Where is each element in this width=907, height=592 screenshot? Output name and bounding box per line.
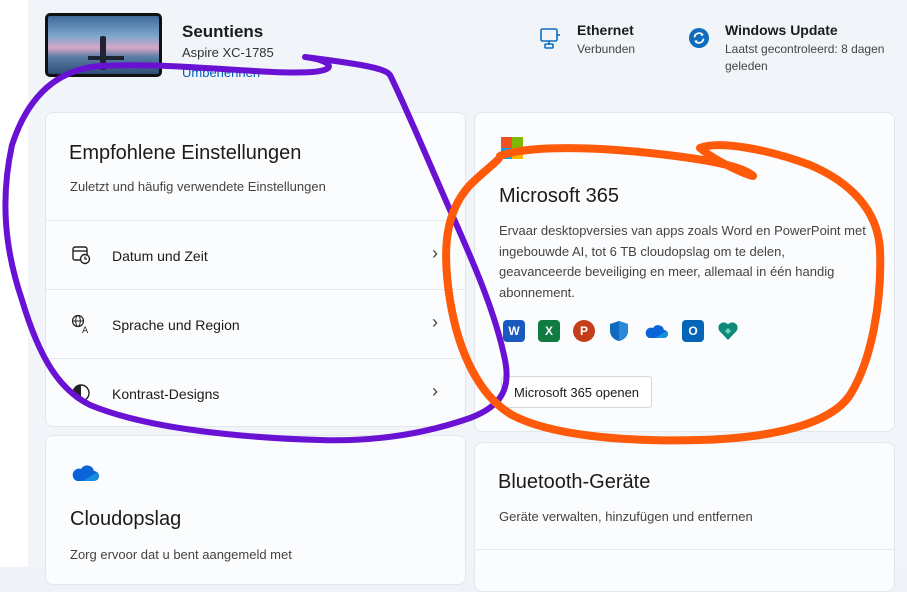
recommended-settings-card: Empfohlene Einstellungen Zuletzt und häu… [45, 112, 466, 427]
windows-update-status-line2: geleden [725, 59, 768, 73]
chevron-right-icon: › [432, 312, 438, 332]
microsoft-365-description: Ervaar desktopversies van apps zoals Wor… [499, 223, 866, 300]
nav-pane-edge [0, 0, 28, 567]
wallpaper-pier [100, 36, 106, 70]
svg-text:A: A [82, 326, 89, 334]
recommended-title: Empfohlene Einstellungen [69, 142, 302, 164]
cloud-storage-card: Cloudopslag Zorg ervoor dat u bent aange… [45, 435, 466, 585]
language-icon: A [71, 314, 89, 334]
device-name: Seuntiens [182, 22, 264, 41]
logo-square-blue [501, 148, 512, 159]
recommended-item-label: Kontrast-Designs [112, 386, 220, 402]
divider [475, 549, 894, 550]
recommended-item-label: Datum und Zeit [112, 248, 208, 264]
cloud-icon [72, 465, 99, 481]
onedrive-icon [645, 325, 668, 338]
bluetooth-title: Bluetooth-Geräte [498, 471, 651, 493]
recommended-item-contrast-themes[interactable]: Kontrast-Designs › [46, 359, 465, 426]
device-wallpaper-thumbnail [45, 13, 162, 77]
windows-update-status-line1: Laatst gecontroleerd: 8 dagen [725, 42, 885, 56]
bluetooth-devices-card: Bluetooth-Geräte Geräte verwalten, hinzu… [474, 442, 895, 592]
cloud-storage-title: Cloudopslag [70, 508, 182, 530]
app-icons-row: W X P O [503, 320, 739, 342]
rename-link[interactable]: Umbenennen [182, 65, 260, 80]
recommended-subtitle: Zuletzt und häufig verwendete Einstellun… [70, 179, 326, 194]
microsoft-365-card: Microsoft 365 Ervaar desktopversies van … [474, 112, 895, 432]
logo-square-yellow [512, 148, 523, 159]
chevron-right-icon: › [432, 243, 438, 263]
bluetooth-subtitle: Geräte verwalten, hinzufügen und entfern… [499, 509, 753, 524]
recommended-item-label: Sprache und Region [112, 317, 240, 333]
windows-update-title: Windows Update [725, 22, 838, 38]
open-microsoft-365-button[interactable]: Microsoft 365 openen [501, 376, 653, 408]
ethernet-status-text: Verbunden [577, 42, 636, 56]
family-safety-icon [718, 322, 738, 340]
chevron-right-icon: › [432, 381, 438, 401]
calendar-clock-icon [72, 246, 91, 265]
outlook-icon: O [682, 320, 704, 342]
defender-icon [610, 321, 628, 341]
powerpoint-icon: P [573, 320, 595, 342]
ethernet-icon [540, 28, 560, 49]
logo-square-red [501, 137, 512, 148]
device-model: Aspire XC-1785 [182, 45, 274, 60]
cloud-storage-subtitle: Zorg ervoor dat u bent aangemeld met [70, 547, 292, 562]
recommended-item-date-time[interactable]: Datum und Zeit › [46, 221, 465, 289]
logo-square-green [512, 137, 523, 148]
contrast-icon [72, 384, 90, 402]
wallpaper-pier-base [88, 56, 124, 60]
excel-icon: X [538, 320, 560, 342]
ethernet-title: Ethernet [577, 22, 634, 38]
sync-icon [689, 28, 709, 48]
microsoft-365-title: Microsoft 365 [499, 185, 620, 207]
word-icon: W [503, 320, 525, 342]
microsoft-365-logo-icon [501, 137, 523, 159]
recommended-item-language-region[interactable]: A Sprache und Region › [46, 290, 465, 358]
